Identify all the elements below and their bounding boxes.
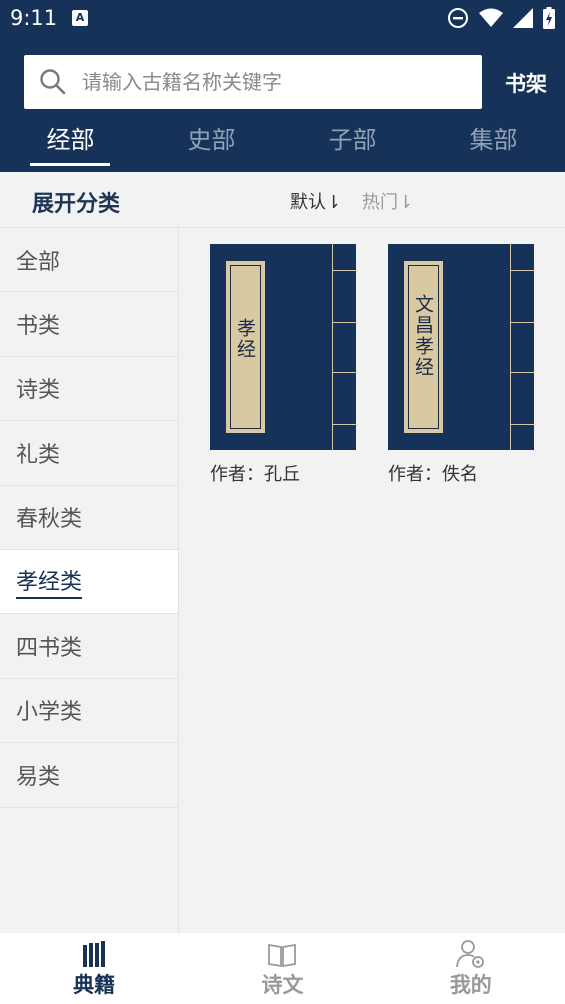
nav-label: 我的 <box>449 973 492 997</box>
sidebar-item-all[interactable]: 全部 <box>0 228 178 293</box>
bookshelf-button[interactable]: 书架 <box>505 68 547 98</box>
search-box[interactable] <box>24 55 482 109</box>
book-title: 孝经 <box>234 318 256 360</box>
nav-poems[interactable]: 诗文 <box>188 933 376 1004</box>
nav-classics[interactable]: 典籍 <box>0 933 188 1004</box>
notification-icon: A <box>72 10 88 26</box>
sort-default-button[interactable]: 默认⇂ <box>290 188 341 214</box>
nav-label: 诗文 <box>261 973 304 997</box>
book-author: 作者：孔丘 <box>210 464 300 485</box>
sidebar-item-label: 四书类 <box>16 636 83 662</box>
nav-mine[interactable]: 我的 <box>377 933 565 1004</box>
sidebar-item-xiaojing[interactable]: 孝经类 <box>0 549 178 615</box>
open-book-icon <box>268 943 297 968</box>
sidebar-item-label: 诗类 <box>16 378 61 404</box>
category-sidebar: 全部 书类 诗类 礼类 春秋类 孝经类 四书类 小学类 易类 <box>0 228 179 933</box>
book-author: 作者：佚名 <box>388 464 478 485</box>
tab-zibu[interactable]: 子部 <box>282 118 423 172</box>
category-tabs: 经部 史部 子部 集部 <box>0 118 565 172</box>
do-not-disturb-icon <box>448 8 468 28</box>
status-time: 9:11 <box>10 6 58 30</box>
sidebar-item-label: 礼类 <box>16 442 61 468</box>
tab-shibu[interactable]: 史部 <box>141 118 282 172</box>
cover-title-label: 孝经 <box>226 261 265 433</box>
book-cover: 孝经 <box>210 244 357 450</box>
battery-icon <box>543 7 555 29</box>
tab-jibu[interactable]: 集部 <box>423 118 564 172</box>
sidebar-item-shu[interactable]: 书类 <box>0 292 178 357</box>
search-icon <box>40 69 66 95</box>
bottom-nav: 典籍 诗文 我的 <box>0 933 565 1004</box>
books-icon <box>83 941 106 967</box>
book-binding <box>332 244 357 450</box>
sidebar-item-li[interactable]: 礼类 <box>0 421 178 486</box>
status-bar: 9:11 A <box>0 0 565 40</box>
filter-bar: 展开分类 默认⇂ 热门⇂ <box>0 172 565 228</box>
sort-hot-button[interactable]: 热门⇂ <box>362 188 413 214</box>
sidebar-item-xiaoxue[interactable]: 小学类 <box>0 679 178 744</box>
app: 9:11 A 请输入古籍名称关键字 书架 经部 史部 子部 集部 展开分类 默认… <box>0 0 565 1004</box>
sidebar-item-label: 易类 <box>16 764 61 790</box>
sidebar-item-label: 书类 <box>16 314 61 340</box>
tab-jingbu[interactable]: 经部 <box>0 118 141 172</box>
user-settings-icon <box>455 940 484 968</box>
sidebar-item-sishu[interactable]: 四书类 <box>0 614 178 679</box>
book-card[interactable]: 文昌孝经 作者：佚名 <box>388 244 535 486</box>
expand-categories-button[interactable]: 展开分类 <box>32 186 120 218</box>
sidebar-item-label: 春秋类 <box>16 507 83 533</box>
signal-icon <box>513 8 533 28</box>
nav-label: 典籍 <box>73 973 116 997</box>
search-input[interactable] <box>82 70 462 94</box>
header: 9:11 A 请输入古籍名称关键字 书架 经部 史部 子部 集部 <box>0 0 565 172</box>
wifi-icon <box>479 8 503 27</box>
sidebar-item-label: 全部 <box>16 249 61 275</box>
book-grid: 孝经 作者：孔丘 文昌孝经 作者：佚名 <box>179 228 565 933</box>
book-cover: 文昌孝经 <box>388 244 535 450</box>
status-icons <box>447 7 555 29</box>
sidebar-item-label: 小学类 <box>16 700 83 726</box>
book-binding <box>510 244 535 450</box>
sidebar-item-shi[interactable]: 诗类 <box>0 357 178 422</box>
cover-title-label: 文昌孝经 <box>404 261 443 433</box>
book-card[interactable]: 孝经 作者：孔丘 <box>210 244 357 486</box>
sidebar-item-label: 孝经类 <box>16 564 83 600</box>
book-title: 文昌孝经 <box>412 294 434 378</box>
sidebar-item-chunqiu[interactable]: 春秋类 <box>0 486 178 550</box>
sidebar-item-yi[interactable]: 易类 <box>0 743 178 808</box>
